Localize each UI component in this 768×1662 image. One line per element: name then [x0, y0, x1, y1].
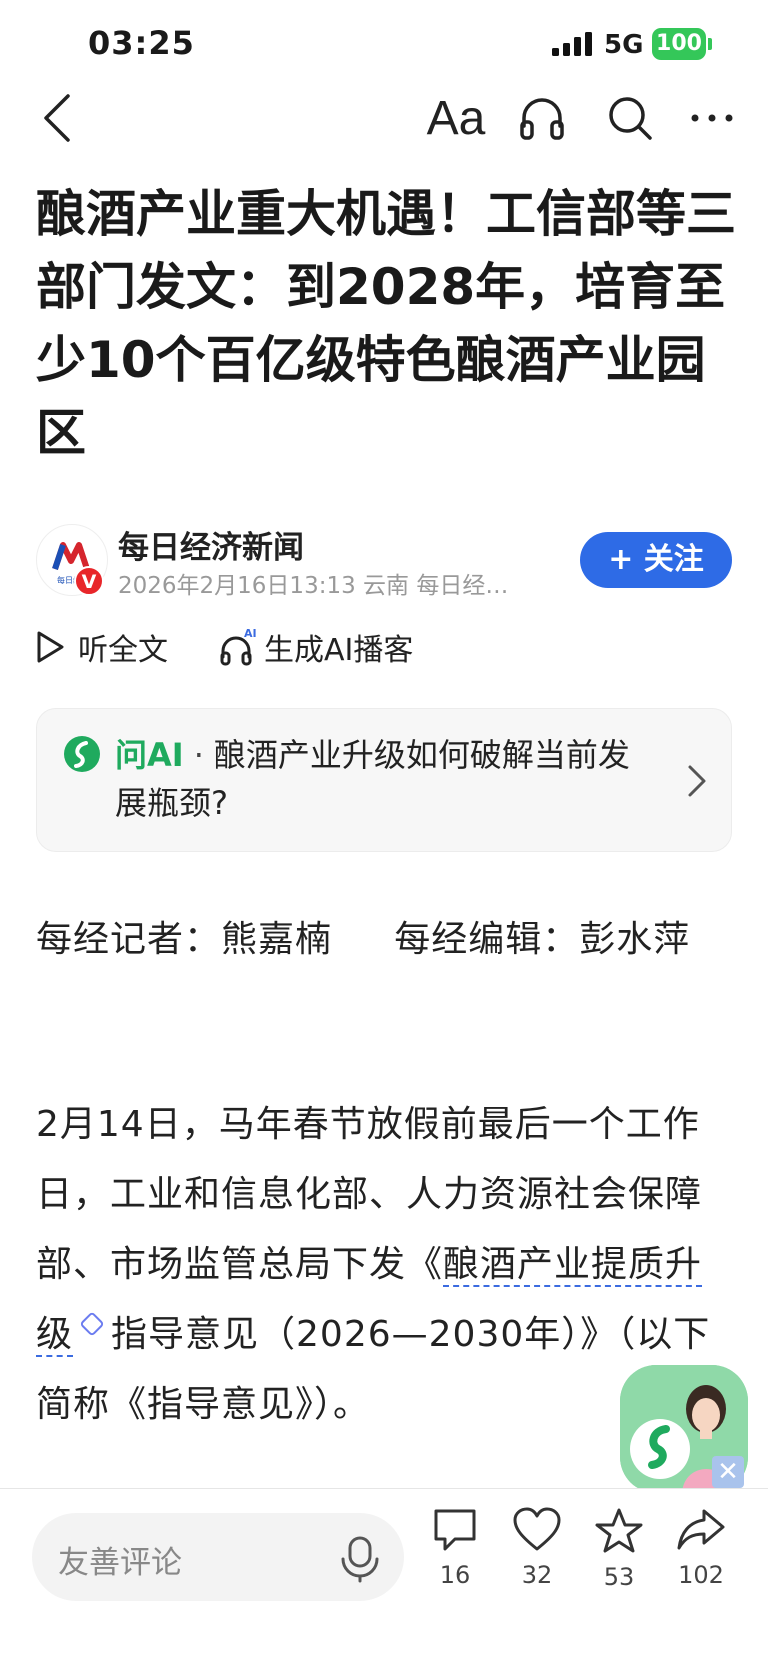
back-button[interactable]	[30, 88, 84, 148]
font-size-icon: Aa	[426, 91, 486, 145]
top-nav: Aa	[0, 88, 768, 188]
more-button[interactable]	[682, 88, 742, 148]
ask-ai-card[interactable]: 问AI · 酿酒产业升级如何破解当前发展瓶颈?	[36, 708, 732, 852]
comment-placeholder: 友善评论	[58, 1545, 182, 1581]
more-icon	[691, 114, 733, 122]
byline: 每经记者：熊嘉楠 每经编辑：彭水萍	[36, 919, 691, 960]
favorite-count: 53	[603, 1563, 635, 1591]
like-count: 32	[521, 1561, 553, 1589]
microphone-icon[interactable]	[338, 1535, 382, 1583]
star-icon	[595, 1508, 643, 1553]
author-meta: 2026年2月16日13:13 云南 每日经…	[118, 573, 509, 599]
network-label: 5G	[604, 30, 644, 60]
ai-separator: ·	[193, 736, 204, 774]
follow-button[interactable]: + 关注	[580, 532, 732, 588]
comment-button[interactable]: 16	[420, 1507, 490, 1617]
favorite-button[interactable]: 53	[584, 1507, 654, 1617]
status-time: 03:25	[88, 24, 195, 62]
verified-badge: V	[74, 566, 104, 596]
chevron-right-icon	[688, 765, 706, 797]
ai-question: 问AI · 酿酒产业升级如何破解当前发展瓶颈?	[115, 731, 655, 827]
share-icon	[677, 1509, 725, 1550]
headphones-icon	[520, 98, 564, 140]
share-count: 102	[678, 1561, 724, 1589]
search-button[interactable]	[602, 88, 658, 148]
floating-close-button[interactable]: ✕	[712, 1456, 744, 1488]
ai-label: 问AI	[115, 736, 184, 774]
battery-icon: 100	[652, 28, 706, 60]
ai-assistant-icon	[64, 736, 100, 772]
term-marker-icon	[79, 1311, 105, 1337]
heart-icon	[513, 1507, 561, 1551]
comment-count: 16	[439, 1561, 471, 1589]
search-icon	[609, 97, 652, 140]
ai-podcast-button[interactable]: AI 生成AI播客	[220, 622, 413, 672]
like-button[interactable]: 32	[502, 1507, 572, 1617]
ai-podcast-icon: AI	[220, 627, 256, 666]
author-name[interactable]: 每日经济新闻	[118, 522, 304, 567]
paragraph-text-2: 指导意见（2026—2030年）》（以下简称《指导意见》）。	[36, 1314, 711, 1425]
author-row: 每日经济 每日经济新闻 2026年2月16日13:13 云南 每日经… + 关注	[36, 520, 736, 600]
action-row: 听全文 AI 生成AI播客	[36, 622, 736, 672]
podcast-ai-badge: AI	[244, 627, 256, 640]
back-icon	[44, 94, 70, 142]
battery-tip	[708, 38, 712, 50]
listen-button[interactable]: 听全文	[36, 622, 168, 672]
ai-question-text: 酿酒产业升级如何破解当前发展瓶颈?	[115, 736, 630, 822]
audio-button[interactable]	[514, 88, 570, 148]
podcast-label: 生成AI播客	[264, 633, 414, 668]
signal-icon	[552, 32, 592, 56]
play-icon	[37, 631, 64, 663]
listen-label: 听全文	[78, 633, 168, 668]
comment-input[interactable]: 友善评论	[32, 1513, 404, 1601]
comment-icon	[434, 1509, 476, 1551]
bottom-bar: 友善评论 16 32 53 102	[0, 1488, 768, 1662]
share-button[interactable]: 102	[666, 1507, 736, 1617]
font-size-button[interactable]: Aa	[424, 88, 488, 148]
status-bar: 03:25 5G 100	[0, 0, 768, 90]
article-title: 酿酒产业重大机遇！工信部等三部门发文：到2028年，培育至少10个百亿级特色酿酒…	[36, 185, 736, 462]
